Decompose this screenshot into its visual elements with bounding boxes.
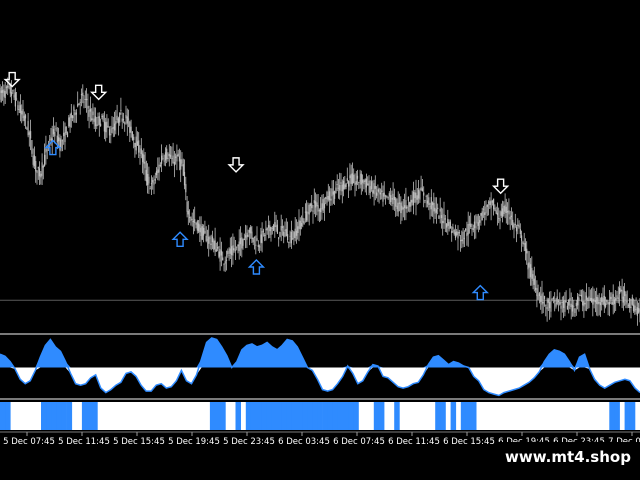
time-tick-label: 6 Dec 03:45 bbox=[278, 437, 330, 447]
signal-bar bbox=[394, 402, 400, 430]
chart-canvas: 5 Dec 07:45 5 Dec 11:45 5 Dec 15:45 5 Dec 1… bbox=[0, 0, 640, 480]
time-tick-label: 6 Dec 11:45 bbox=[388, 437, 440, 447]
signal-bar bbox=[312, 402, 318, 430]
signal-bar bbox=[5, 402, 11, 430]
signal-bar bbox=[378, 402, 385, 430]
signal-bar bbox=[435, 402, 441, 430]
watermark-text: www.mt4.shop bbox=[496, 442, 640, 472]
signal-bar bbox=[317, 402, 323, 430]
signal-bar bbox=[281, 402, 288, 430]
signal-bar bbox=[307, 402, 313, 430]
signal-bar bbox=[353, 402, 359, 430]
signal-bar bbox=[302, 402, 308, 430]
signal-bar bbox=[297, 402, 303, 430]
time-tick-label: 5 Dec 15:45 bbox=[113, 437, 165, 447]
signal-bar bbox=[337, 402, 344, 430]
signal-bar bbox=[0, 402, 6, 430]
signal-bar bbox=[286, 402, 293, 430]
signal-bar bbox=[465, 402, 472, 430]
signal-bar bbox=[250, 402, 257, 430]
signal-bar bbox=[61, 402, 67, 430]
signal-bar bbox=[440, 402, 446, 430]
signal-bar bbox=[460, 402, 467, 430]
signal-bar bbox=[81, 402, 88, 430]
signal-bar bbox=[327, 402, 334, 430]
signal-bar bbox=[46, 402, 52, 430]
time-tick-label: 6 Dec 15:45 bbox=[443, 437, 495, 447]
signal-bar bbox=[92, 402, 98, 430]
time-tick-label: 5 Dec 19:45 bbox=[168, 437, 220, 447]
signal-bar bbox=[56, 402, 62, 430]
signal-bar bbox=[348, 402, 354, 430]
signal-bar bbox=[235, 402, 241, 430]
signal-bar bbox=[41, 402, 47, 430]
signal-bar bbox=[215, 402, 221, 430]
signal-bar bbox=[266, 402, 272, 430]
signal-bar bbox=[271, 402, 277, 430]
signal-bar bbox=[373, 402, 380, 430]
signal-panel bbox=[0, 402, 640, 430]
signal-bar bbox=[209, 402, 216, 430]
signal-bar bbox=[87, 402, 93, 430]
signal-bar bbox=[220, 402, 226, 430]
signal-bar bbox=[629, 402, 636, 430]
signal-bar bbox=[322, 402, 329, 430]
time-tick-label: 6 Dec 07:45 bbox=[333, 437, 385, 447]
signal-bar bbox=[614, 402, 620, 430]
signal-bar bbox=[450, 402, 457, 430]
signal-bar bbox=[256, 402, 262, 430]
signal-bar bbox=[276, 402, 282, 430]
signal-bar bbox=[245, 402, 252, 430]
time-tick-label: 5 Dec 07:45 bbox=[3, 437, 55, 447]
time-tick-label: 5 Dec 11:45 bbox=[58, 437, 110, 447]
signal-bar bbox=[343, 402, 349, 430]
time-tick-label: 5 Dec 23:45 bbox=[223, 437, 275, 447]
signal-bar bbox=[624, 402, 631, 430]
signal-bar bbox=[291, 402, 298, 430]
signal-bar bbox=[471, 402, 477, 430]
signal-bar bbox=[51, 402, 57, 430]
signal-bar bbox=[261, 402, 267, 430]
signal-bar bbox=[66, 402, 73, 430]
signal-bar bbox=[609, 402, 615, 430]
signal-bar bbox=[332, 402, 339, 430]
